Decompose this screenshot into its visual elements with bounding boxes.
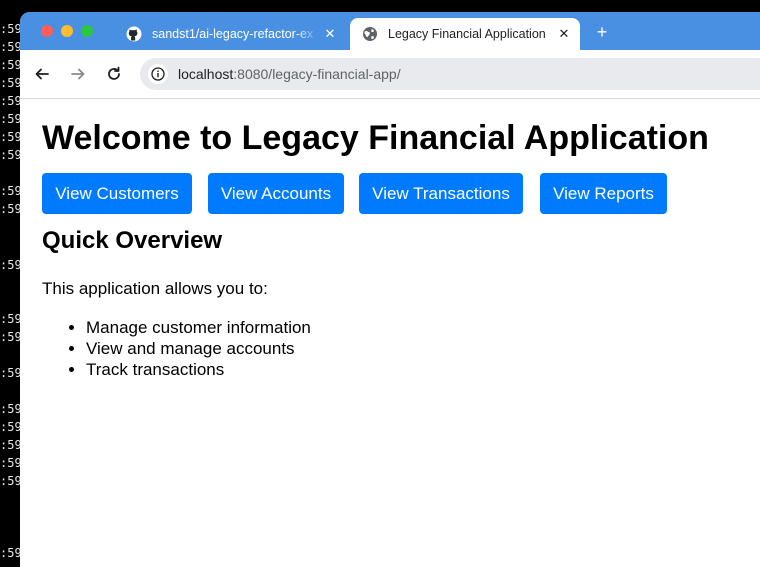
terminal-line: :59 [0, 22, 22, 36]
feature-list: Manage customer information View and man… [42, 317, 311, 380]
terminal-line: :59 [0, 112, 22, 126]
view-accounts-button[interactable]: View Accounts [208, 173, 344, 214]
close-tab-icon[interactable]: ✕ [320, 26, 340, 42]
terminal-line: :59 [0, 258, 22, 272]
reload-icon [108, 66, 120, 80]
view-transactions-button[interactable]: View Transactions [359, 173, 523, 214]
terminal-line: :59 [0, 330, 22, 344]
new-tab-button[interactable]: + [592, 22, 612, 42]
intro-text: This application allows you to: [42, 279, 268, 298]
browser-window: sandst1/ai-legacy-refactor-ex ✕ Legacy F… [20, 12, 760, 567]
terminal-line: :59 [0, 148, 22, 162]
terminal-line: :59 [0, 312, 22, 326]
section-heading: Quick Overview [42, 227, 223, 254]
back-button[interactable] [32, 64, 52, 84]
site-info-icon[interactable] [148, 64, 168, 84]
url-path: :8080/legacy-financial-app/ [233, 66, 401, 82]
terminal-line: :59 [0, 58, 22, 72]
list-item: View and manage accounts [86, 338, 311, 359]
page-content: Welcome to Legacy Financial Application … [20, 99, 760, 567]
terminal-line: :59 [0, 402, 22, 416]
close-tab-icon[interactable]: ✕ [554, 26, 574, 42]
tab-bar: sandst1/ai-legacy-refactor-ex ✕ Legacy F… [20, 12, 760, 50]
arrow-left-icon [35, 68, 49, 80]
terminal-line: :59 [0, 76, 22, 90]
terminal-line: :59 [0, 94, 22, 108]
terminal-line: :59 [0, 438, 22, 452]
list-item: Track transactions [86, 359, 311, 380]
url-text[interactable]: localhost:8080/legacy-financial-app/ [178, 66, 401, 82]
minimize-window-button[interactable] [61, 25, 73, 37]
terminal-line: :59 [0, 184, 22, 198]
terminal-line: :59 [0, 202, 22, 216]
tab-github-repo[interactable]: sandst1/ai-legacy-refactor-ex ✕ [114, 18, 346, 50]
maximize-window-button[interactable] [81, 25, 93, 37]
terminal-line: :59 [0, 474, 22, 488]
view-customers-button[interactable]: View Customers [42, 173, 192, 214]
forward-button[interactable] [68, 64, 88, 84]
arrow-right-icon [71, 68, 85, 80]
browser-toolbar: localhost:8080/legacy-financial-app/ [20, 50, 760, 99]
terminal-line: :59 [0, 420, 22, 434]
github-icon [126, 26, 142, 42]
reload-button[interactable] [104, 64, 124, 84]
terminal-line: :59 [0, 40, 22, 54]
page-title: Welcome to Legacy Financial Application [42, 119, 709, 157]
terminal-line: :59 [0, 546, 22, 560]
close-window-button[interactable] [41, 25, 53, 37]
list-item: Manage customer information [86, 317, 311, 338]
tab-title: Legacy Financial Application [388, 27, 546, 41]
address-bar[interactable]: localhost:8080/legacy-financial-app/ [140, 58, 760, 90]
view-reports-button[interactable]: View Reports [540, 173, 667, 214]
globe-icon [362, 26, 378, 42]
terminal-line: :59 [0, 366, 22, 380]
tab-legacy-financial[interactable]: Legacy Financial Application ✕ [350, 18, 580, 50]
url-host: localhost [178, 66, 234, 82]
terminal-line: :59 [0, 130, 22, 144]
tab-title: sandst1/ai-legacy-refactor-ex [152, 27, 314, 41]
terminal-line: :59 [0, 456, 22, 470]
